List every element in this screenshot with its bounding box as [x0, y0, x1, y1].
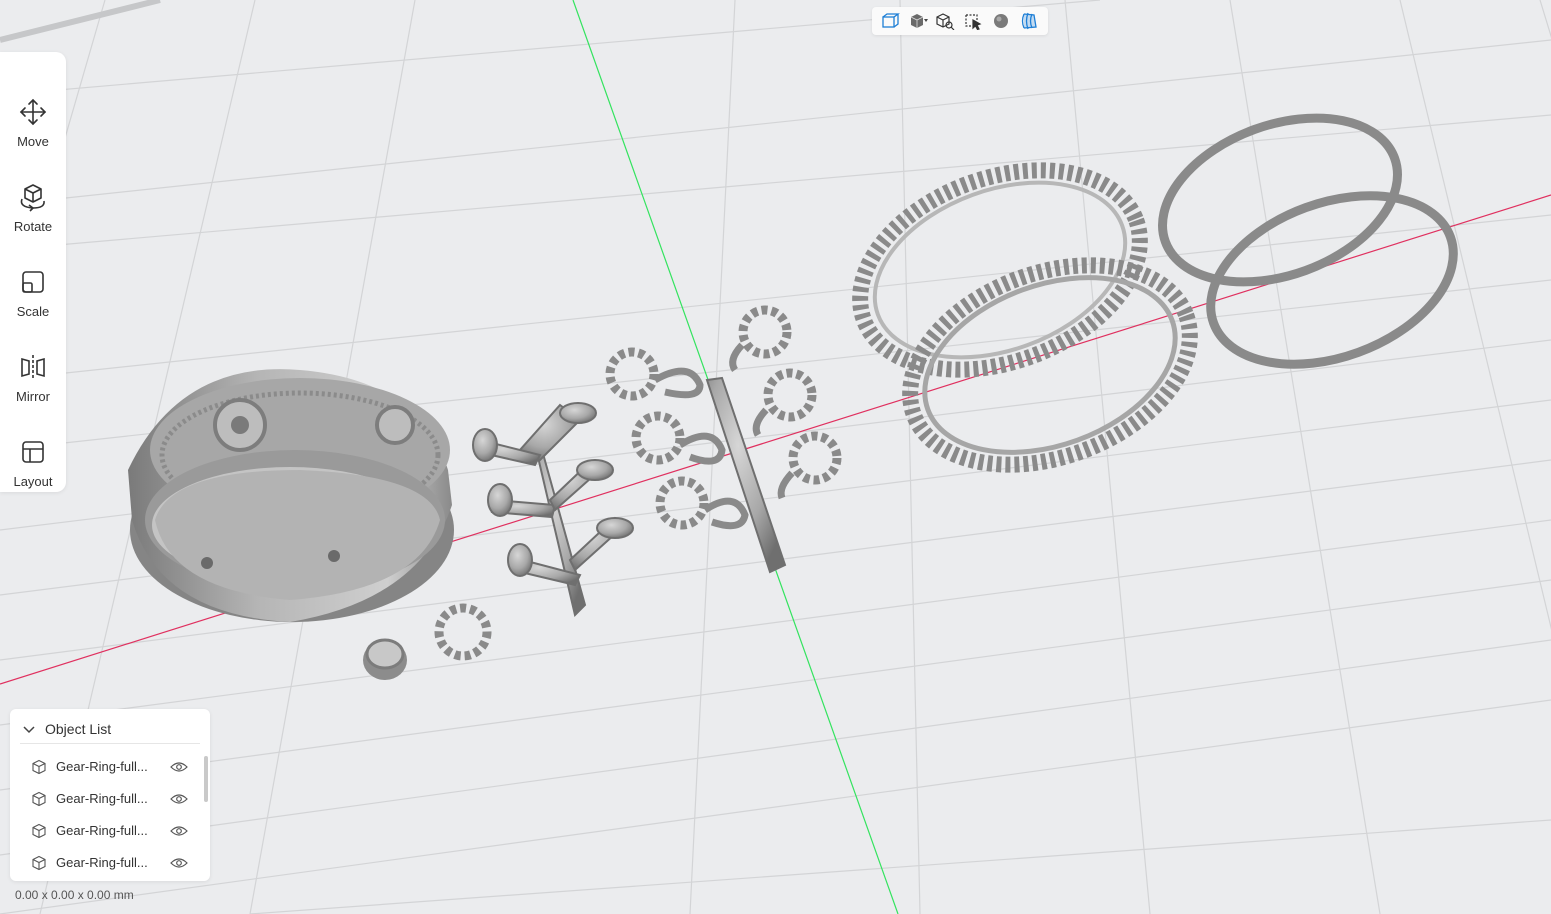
double-gear-ring-model[interactable] — [832, 134, 1217, 501]
object-list-item[interactable]: Gear-Ring-full... — [20, 849, 200, 877]
3d-viewport[interactable] — [0, 0, 1551, 914]
dimensions-readout: 0.00 x 0.00 x 0.00 mm — [15, 888, 134, 902]
eye-icon[interactable] — [170, 761, 188, 773]
eye-icon[interactable] — [170, 857, 188, 869]
cube-icon — [32, 855, 46, 871]
object-list-item[interactable]: Gear-Ring-full... — [20, 785, 200, 813]
object-list-scrollbar[interactable] — [204, 756, 208, 802]
scale-tool-label: Scale — [16, 304, 50, 319]
large-gear-ring-model[interactable] — [128, 369, 454, 622]
object-name: Gear-Ring-full... — [56, 759, 148, 774]
transform-toolbar: Move Rotate Scale Mirror Layout — [0, 52, 66, 492]
wireframe-box-icon[interactable] — [880, 12, 900, 30]
cube-icon — [32, 823, 46, 839]
mirror-tool-button[interactable]: Mirror — [0, 327, 66, 405]
object-name: Gear-Ring-full... — [56, 791, 148, 806]
scale-tool-button[interactable]: Scale — [0, 242, 66, 320]
cube-zoom-icon[interactable] — [935, 12, 955, 30]
solid-cube-dropdown-icon[interactable] — [908, 12, 928, 30]
mirror-icon — [21, 355, 45, 379]
move-tool-label: Move — [17, 134, 49, 149]
layout-tool-button[interactable]: Layout — [0, 412, 66, 490]
cube-icon — [32, 759, 46, 775]
object-list-header[interactable]: Object List — [20, 719, 200, 741]
material-sphere-icon[interactable] — [991, 12, 1011, 30]
eye-icon[interactable] — [170, 793, 188, 805]
move-icon — [19, 98, 47, 126]
object-name: Gear-Ring-full... — [56, 823, 148, 838]
select-cursor-icon[interactable] — [963, 12, 983, 30]
rotate-icon — [20, 184, 45, 212]
small-cap-model[interactable] — [363, 638, 407, 680]
object-list-panel: Object List Gear-Ring-full... Gear-Ring-… — [10, 709, 210, 881]
chevron-down-icon — [23, 726, 35, 734]
divider — [20, 743, 200, 744]
thin-rings-model[interactable] — [1140, 88, 1477, 396]
scale-icon — [22, 271, 44, 293]
layout-tool-label: Layout — [13, 474, 53, 489]
eye-icon[interactable] — [170, 825, 188, 837]
mirror-tool-label: Mirror — [16, 389, 50, 404]
xray-shell-icon[interactable] — [1019, 12, 1039, 30]
object-list-item[interactable]: Gear-Ring-full... — [20, 817, 200, 845]
object-list-title: Object List — [45, 721, 112, 737]
rotate-tool-label: Rotate — [13, 219, 53, 234]
object-name: Gear-Ring-full... — [56, 855, 148, 870]
view-toolbar — [872, 7, 1048, 35]
move-tool-button[interactable]: Move — [0, 72, 66, 150]
cube-icon — [32, 791, 46, 807]
layout-icon — [22, 441, 44, 463]
object-list-item[interactable]: Gear-Ring-full... — [20, 753, 200, 781]
rotate-tool-button[interactable]: Rotate — [0, 157, 66, 235]
